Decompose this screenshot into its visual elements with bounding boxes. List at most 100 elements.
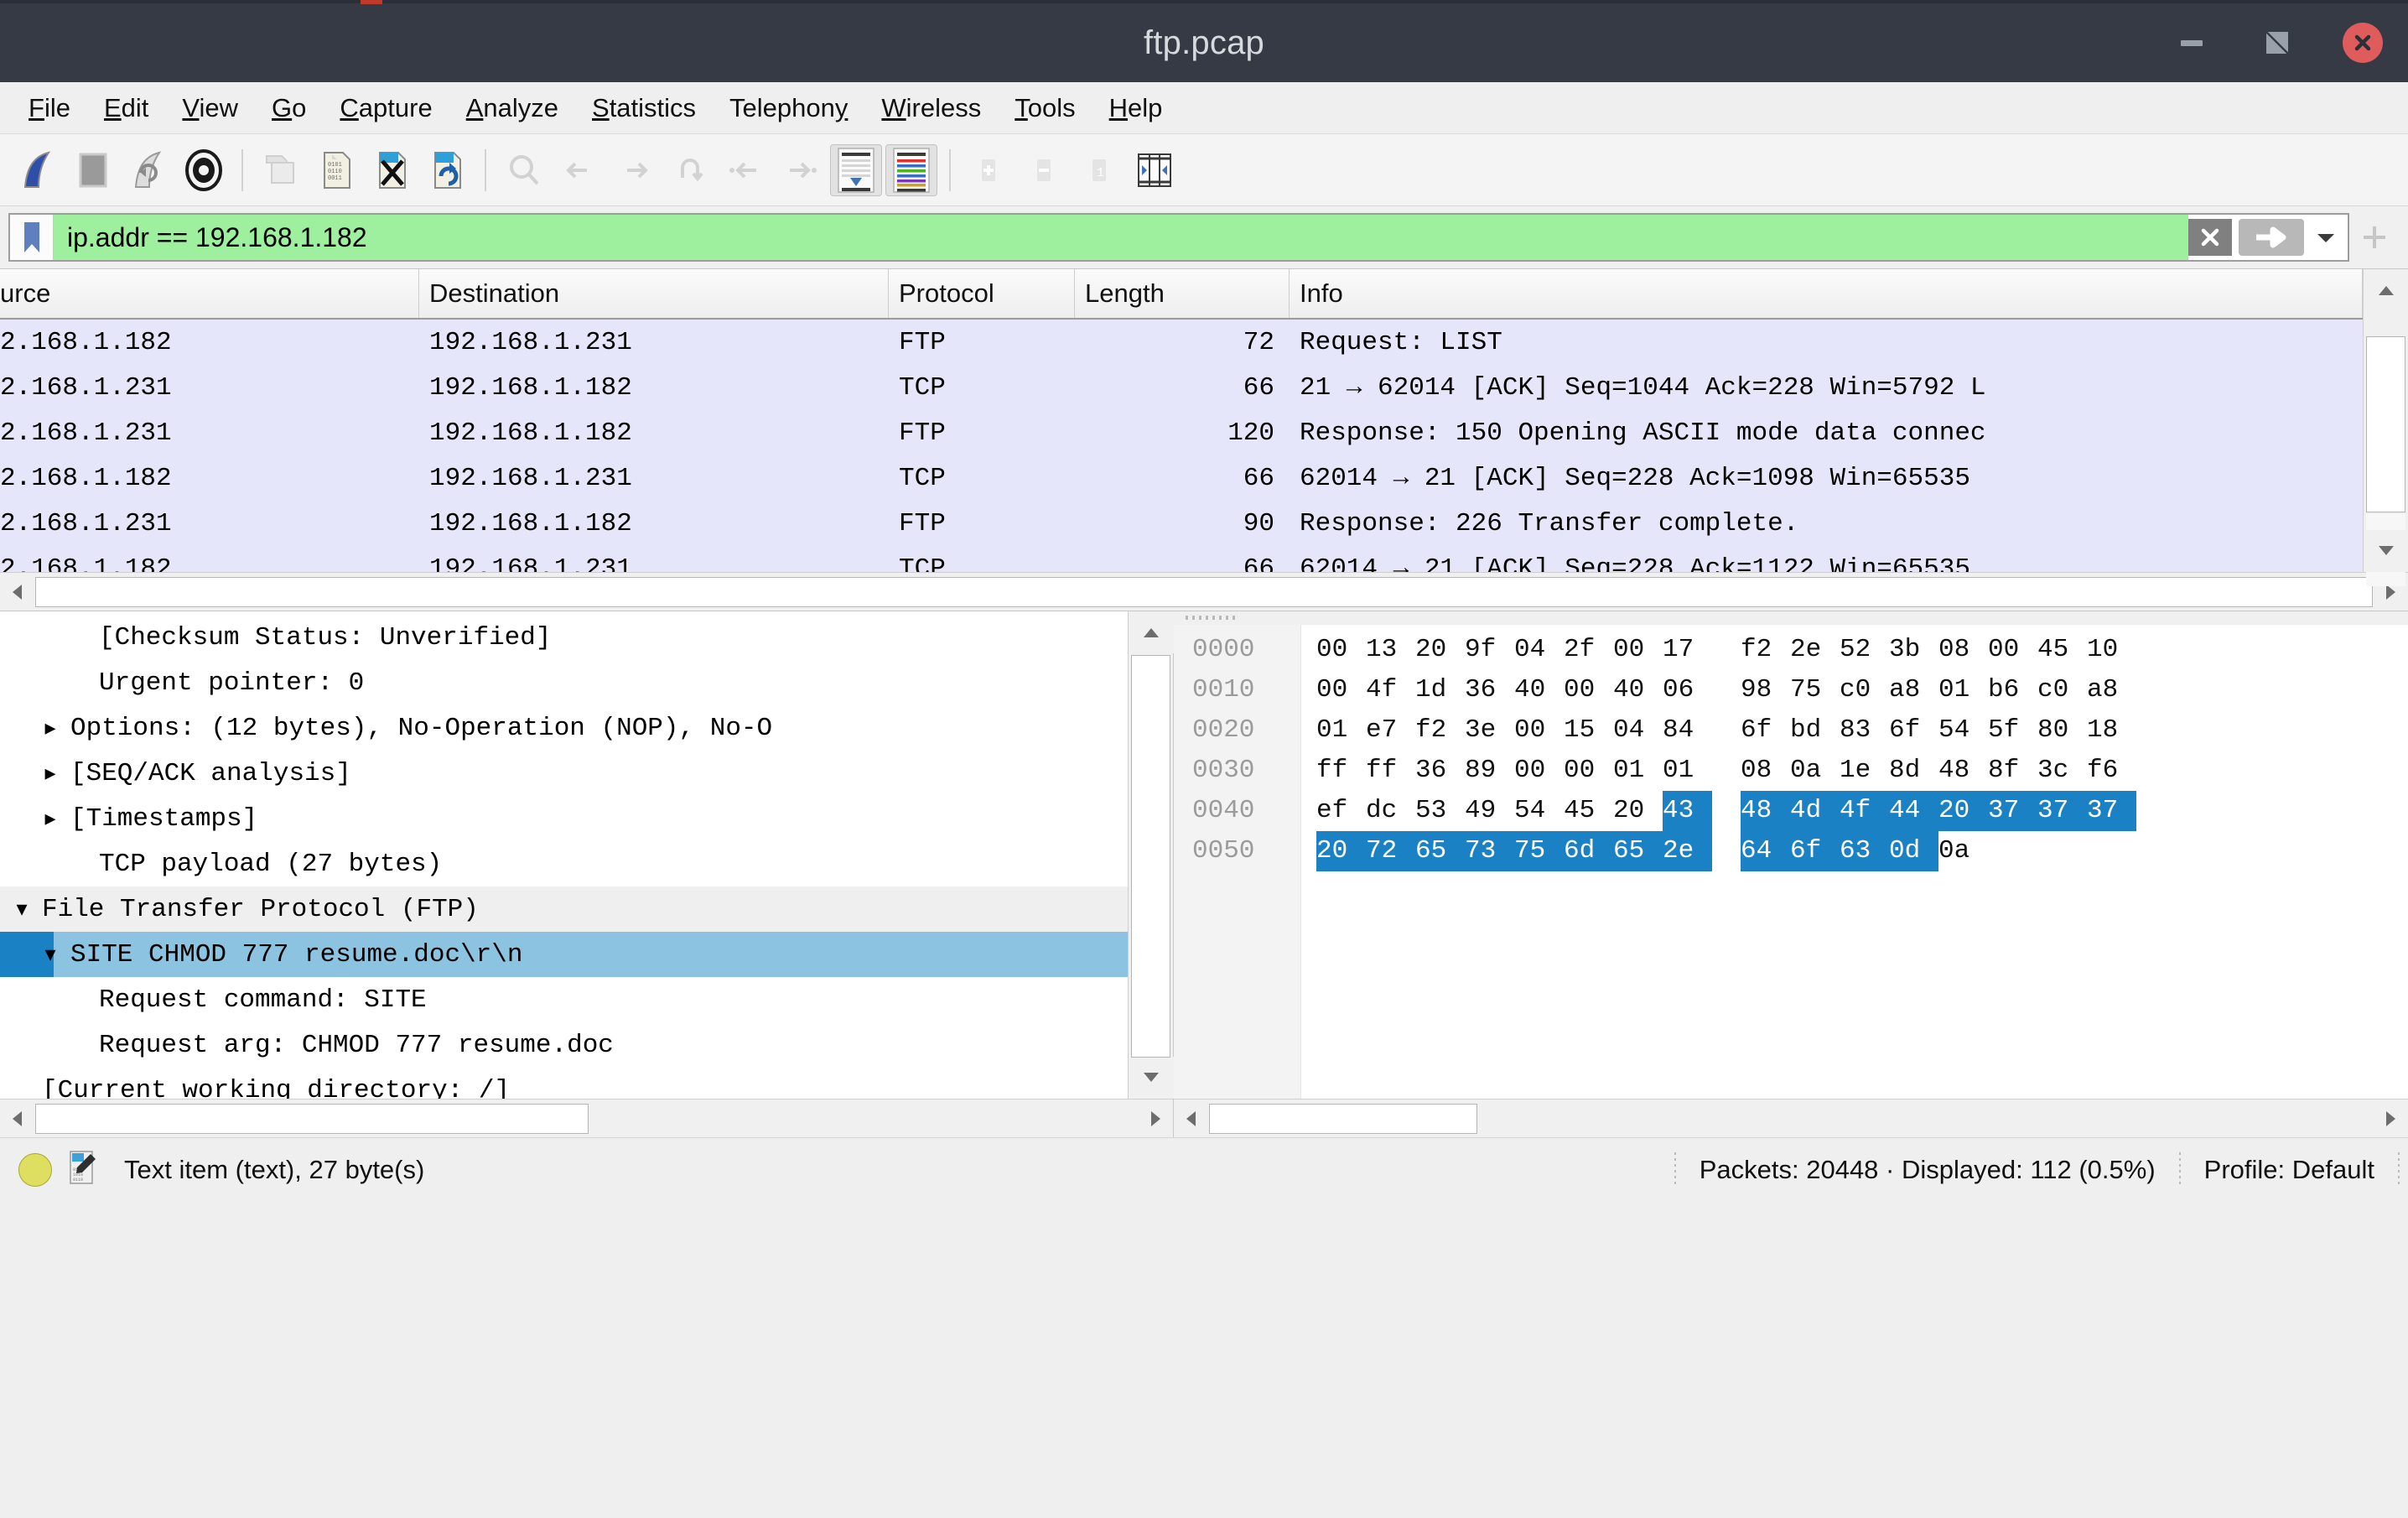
packet-details-tree[interactable]: [Checksum Status: Unverified] Urgent poin… <box>0 611 1128 1099</box>
hex-byte[interactable]: 73 <box>1465 831 1514 871</box>
hex-byte[interactable]: 8f <box>1988 751 2037 791</box>
chevron-right-icon[interactable]: ▸ <box>40 761 60 787</box>
hex-byte[interactable]: f6 <box>2087 751 2136 791</box>
chevron-down-icon[interactable]: ▾ <box>12 897 32 923</box>
packet-list-pane[interactable]: urce Destination Protocol Length Info 2.… <box>0 268 2408 611</box>
hex-byte[interactable]: 84 <box>1663 710 1712 751</box>
detail-tree-item[interactable]: Request arg: CHMOD 777 resume.doc <box>0 1022 1128 1068</box>
hex-byte[interactable]: 43 <box>1663 791 1712 831</box>
go-last-packet-icon[interactable] <box>775 144 827 196</box>
hex-byte[interactable]: ff <box>1316 751 1366 791</box>
display-filter-input[interactable]: ip.addr == 192.168.1.182 <box>54 215 2188 260</box>
detail-tree-item[interactable]: ▾ File Transfer Protocol (FTP) <box>0 886 1128 932</box>
menu-wireless[interactable]: Wireless <box>864 90 998 127</box>
hex-byte[interactable]: 20 <box>1938 791 1988 831</box>
hex-byte[interactable]: 37 <box>2037 791 2087 831</box>
packet-bytes-pane[interactable]: 0000 0010 0020 0030 0040 0050 00 13 20 9f 04 2f 00 1… <box>1174 611 2408 1137</box>
save-file-icon[interactable]: 0101 0110 0011 <box>310 144 362 196</box>
hex-byte[interactable]: c0 <box>2037 670 2087 710</box>
hex-byte[interactable]: 08 <box>1741 751 1790 791</box>
hex-row[interactable]: 00 4f 1d 36 40 00 40 06 98 75 c0 a8 01 b6 c0 a8 <box>1316 670 2408 710</box>
hex-byte[interactable]: 4f <box>1840 791 1889 831</box>
column-header-protocol[interactable]: Protocol <box>889 269 1075 318</box>
chevron-down-icon[interactable]: ▾ <box>40 942 60 968</box>
column-header-destination[interactable]: Destination <box>419 269 889 318</box>
hex-byte[interactable]: bd <box>1790 710 1840 751</box>
hex-byte[interactable]: 53 <box>1415 791 1465 831</box>
go-first-packet-icon[interactable] <box>719 144 771 196</box>
hex-byte[interactable]: 0a <box>1790 751 1840 791</box>
hex-byte[interactable]: 37 <box>1988 791 2037 831</box>
hex-byte[interactable]: 6d <box>1564 831 1613 871</box>
detail-tree-item[interactable]: Urgent pointer: 0 <box>0 660 1128 705</box>
hscrollbar-thumb[interactable] <box>35 1103 589 1134</box>
reload-file-icon[interactable] <box>421 144 473 196</box>
packet-details-pane[interactable]: [Checksum Status: Unverified] Urgent poin… <box>0 611 1174 1137</box>
hex-byte[interactable]: 2e <box>1663 831 1712 871</box>
scroll-right-icon[interactable] <box>2374 1100 2408 1138</box>
scroll-left-icon[interactable] <box>1174 1100 1207 1138</box>
status-profile[interactable]: Profile: Default <box>2204 1155 2374 1185</box>
open-file-icon[interactable] <box>255 144 307 196</box>
packet-list-vertical-scrollbar[interactable] <box>2363 269 2408 586</box>
hex-byte[interactable]: 18 <box>2087 710 2136 751</box>
hex-byte[interactable]: 04 <box>1613 710 1663 751</box>
hex-byte[interactable]: 72 <box>1366 831 1415 871</box>
hex-byte[interactable]: a8 <box>1889 670 1938 710</box>
hscrollbar-thumb[interactable] <box>1209 1103 1477 1134</box>
hex-byte[interactable]: 00 <box>1514 710 1564 751</box>
scroll-right-icon[interactable] <box>1139 1100 1173 1138</box>
start-capture-icon[interactable] <box>12 144 64 196</box>
hex-byte[interactable]: 83 <box>1840 710 1889 751</box>
hex-byte[interactable]: 01 <box>1613 751 1663 791</box>
hex-byte[interactable]: 49 <box>1465 791 1514 831</box>
hex-byte[interactable]: 44 <box>1889 791 1938 831</box>
packet-list-rows[interactable]: 2.168.1.182 192.168.1.231 FTP 72 Request: LI… <box>0 320 2363 572</box>
packet-details-horizontal-scrollbar[interactable] <box>0 1099 1173 1137</box>
hex-byte[interactable]: ff <box>1366 751 1415 791</box>
hex-byte[interactable]: 9f <box>1465 630 1514 670</box>
hex-byte[interactable]: 45 <box>1564 791 1613 831</box>
menu-capture[interactable]: Capture <box>323 90 449 127</box>
hex-byte[interactable]: 00 <box>1564 751 1613 791</box>
hex-byte[interactable]: 75 <box>1514 831 1564 871</box>
colorize-icon[interactable] <box>885 143 937 196</box>
hex-byte[interactable]: 8d <box>1889 751 1938 791</box>
hex-byte[interactable]: 5f <box>1988 710 2037 751</box>
packet-list-row[interactable]: 2.168.1.231 192.168.1.182 TCP 66 21 → 62014 … <box>0 365 2363 410</box>
menu-telephony[interactable]: Telephony <box>713 90 864 127</box>
go-forward-icon[interactable] <box>609 144 661 196</box>
hex-byte[interactable]: 01 <box>1663 751 1712 791</box>
hex-bytes-column[interactable]: 00 13 20 9f 04 2f 00 17 f2 2e 52 3b 08 00 45 10 00 4f 1d 36… <box>1301 625 2408 1099</box>
hex-byte[interactable]: 2f <box>1564 630 1613 670</box>
menu-help[interactable]: Help <box>1092 90 1180 127</box>
hex-byte[interactable]: 3e <box>1465 710 1514 751</box>
packet-list-row[interactable]: 2.168.1.231 192.168.1.182 FTP 120 Response: … <box>0 410 2363 455</box>
packet-list-row[interactable]: 2.168.1.182 192.168.1.231 TCP 66 62014 → 21 … <box>0 455 2363 501</box>
capture-file-properties-icon[interactable]: 010110100110 <box>67 1149 99 1190</box>
hex-byte[interactable]: e7 <box>1366 710 1415 751</box>
chevron-right-icon[interactable]: ▸ <box>40 715 60 741</box>
bookmark-icon[interactable] <box>10 215 54 260</box>
scroll-up-icon[interactable] <box>1129 611 1174 653</box>
hex-byte[interactable]: 00 <box>1988 630 2037 670</box>
packet-list-horizontal-scrollbar[interactable] <box>0 572 2408 611</box>
menu-tools[interactable]: Tools <box>998 90 1092 127</box>
detail-tree-item[interactable]: ▸ Options: (12 bytes), No-Operation (NOP)… <box>0 705 1128 751</box>
scrollbar-thumb[interactable] <box>2366 336 2405 512</box>
add-filter-button[interactable] <box>2349 221 2400 254</box>
hex-byte[interactable]: b6 <box>1988 670 2037 710</box>
hex-byte[interactable]: 20 <box>1316 831 1366 871</box>
detail-tree-item[interactable]: ▸ [SEQ/ACK analysis] <box>0 751 1128 796</box>
go-back-icon[interactable] <box>553 144 605 196</box>
hex-byte[interactable]: 00 <box>1514 751 1564 791</box>
hex-byte[interactable]: 1d <box>1415 670 1465 710</box>
packet-list-header[interactable]: urce Destination Protocol Length Info <box>0 269 2363 320</box>
hex-byte[interactable]: 6f <box>1790 831 1840 871</box>
restart-capture-icon[interactable] <box>122 144 174 196</box>
hex-byte[interactable]: 00 <box>1613 630 1663 670</box>
zoom-reset-icon[interactable]: 1 <box>1073 144 1125 196</box>
hex-byte[interactable]: 54 <box>1938 710 1988 751</box>
hex-byte[interactable]: 20 <box>1415 630 1465 670</box>
scroll-down-icon[interactable] <box>1129 1057 1174 1099</box>
